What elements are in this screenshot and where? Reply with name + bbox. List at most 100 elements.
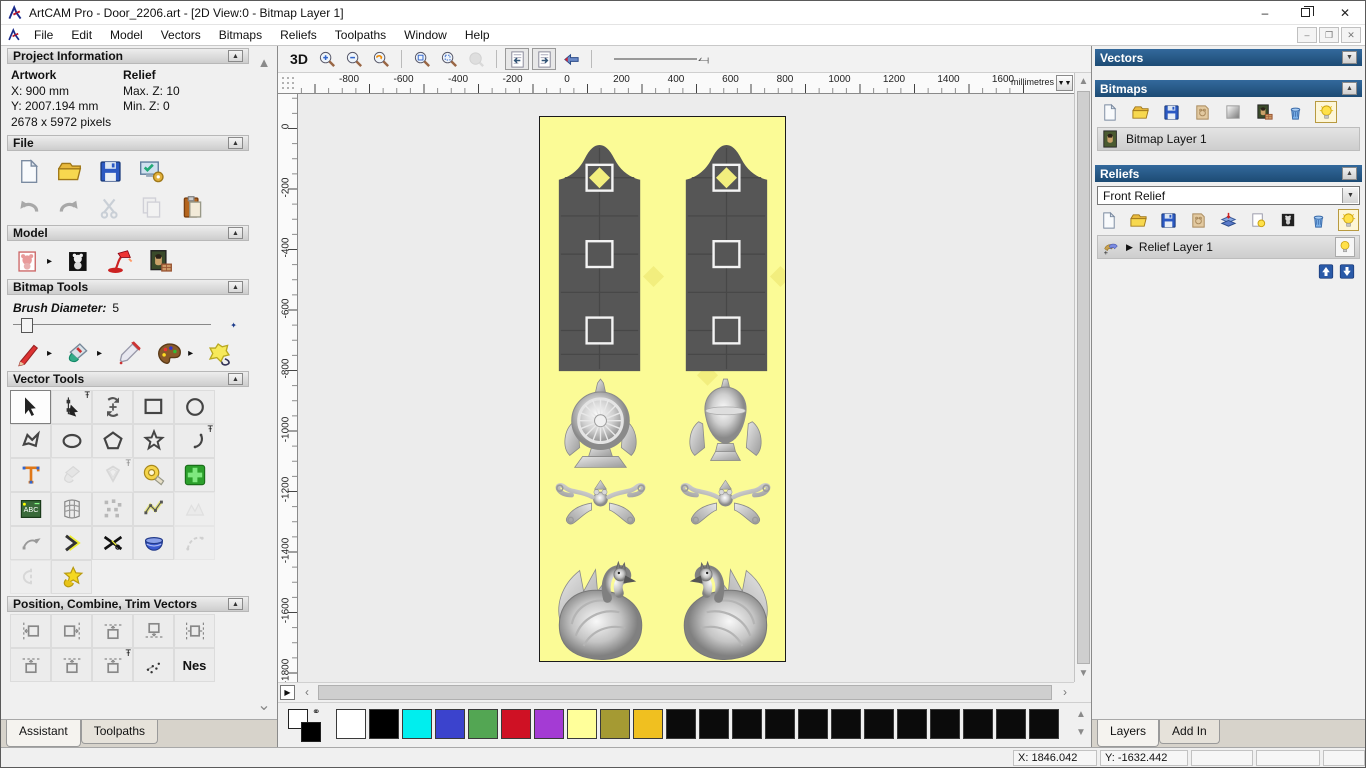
- combine-relief-button[interactable]: [1218, 209, 1239, 231]
- vector-doctor-tool[interactable]: [51, 560, 92, 595]
- create-polygon-tool[interactable]: [92, 424, 133, 459]
- center-in-page-button[interactable]: [174, 614, 215, 649]
- create-circle-tool[interactable]: [174, 390, 215, 425]
- palette-swatch-8[interactable]: [600, 709, 630, 739]
- palette-swatch-6[interactable]: [534, 709, 564, 739]
- move-layer-down-button[interactable]: [1339, 264, 1355, 279]
- close-button[interactable]: ✕: [1325, 1, 1365, 24]
- palette-swatch-18[interactable]: [930, 709, 960, 739]
- palette-swatch-7[interactable]: [567, 709, 597, 739]
- previous-bitmap-toggle[interactable]: [505, 48, 529, 70]
- extrude-vector-tool[interactable]: [133, 526, 174, 561]
- nesting-button[interactable]: Nes: [174, 648, 215, 683]
- new-relief-button[interactable]: [1098, 209, 1119, 231]
- scroll-down-icon[interactable]: ▼: [1073, 724, 1089, 742]
- toggle-bitmap-visibility-button[interactable]: [1315, 101, 1337, 123]
- scatter-copies-button[interactable]: [133, 648, 174, 683]
- select-vectors-tool[interactable]: [10, 390, 51, 425]
- relief-preview-button[interactable]: [1248, 209, 1269, 231]
- paste-button[interactable]: [177, 192, 207, 222]
- expand-arrow-icon[interactable]: ▶: [1126, 242, 1133, 253]
- scroll-up-icon[interactable]: ▲: [1076, 74, 1091, 89]
- zoom-in-button[interactable]: [315, 48, 339, 70]
- palette-swatch-0[interactable]: [336, 709, 366, 739]
- zoom-fit-button[interactable]: [410, 48, 434, 70]
- align-left-button[interactable]: [10, 614, 51, 649]
- palette-swatch-1[interactable]: [369, 709, 399, 739]
- align-centre-horizontal-button[interactable]: [51, 648, 92, 683]
- assistant-scrollbar[interactable]: ▲ ⌄: [253, 48, 275, 717]
- stretch-curve-tool[interactable]: [10, 526, 51, 561]
- pick-colour-tool[interactable]: [113, 338, 143, 368]
- block-paste-tool[interactable]: [92, 492, 133, 527]
- collapse-section-button[interactable]: ▲: [228, 137, 243, 150]
- 3d-view-button[interactable]: 3D: [286, 51, 312, 67]
- collapse-section-button[interactable]: ▲: [228, 50, 243, 62]
- relief-select[interactable]: Front Relief ▼: [1097, 186, 1360, 205]
- next-bitmap-toggle[interactable]: [532, 48, 556, 70]
- scroll-left-icon[interactable]: ‹: [300, 685, 314, 700]
- palette-swatch-13[interactable]: [765, 709, 795, 739]
- palette-swatch-2[interactable]: [402, 709, 432, 739]
- palette-swatch-12[interactable]: [732, 709, 762, 739]
- menu-window[interactable]: Window: [395, 26, 456, 44]
- envelope-distort-tool[interactable]: [51, 492, 92, 527]
- invert-model-button[interactable]: [63, 246, 93, 276]
- create-arc-tool[interactable]: Ŧ: [174, 424, 215, 459]
- slider-handle[interactable]: [21, 318, 33, 334]
- lighting-button[interactable]: [104, 246, 134, 276]
- palette-swatch-4[interactable]: [468, 709, 498, 739]
- palette-swatch-5[interactable]: [501, 709, 531, 739]
- model-wizard-button[interactable]: [136, 156, 166, 186]
- ruler-origin-button[interactable]: [280, 75, 296, 91]
- measure-tool[interactable]: [133, 458, 174, 493]
- new-model-button[interactable]: [13, 156, 43, 186]
- new-bitmap-button[interactable]: [1098, 101, 1120, 123]
- align-bottom-button[interactable]: [133, 614, 174, 649]
- scroll-right-icon[interactable]: ›: [1058, 685, 1072, 700]
- palette-swatch-20[interactable]: [996, 709, 1026, 739]
- bitmap-to-vector-tool[interactable]: [204, 338, 234, 368]
- scrollbar-thumb[interactable]: [1077, 91, 1090, 664]
- save-relief-button[interactable]: [1158, 209, 1179, 231]
- flood-fill-tool[interactable]: [63, 338, 93, 368]
- create-rectangle-tool[interactable]: [133, 390, 174, 425]
- merge-relief-button[interactable]: [1188, 209, 1209, 231]
- palette-swatch-9[interactable]: [633, 709, 663, 739]
- align-right-button[interactable]: [51, 614, 92, 649]
- flyout-arrow-icon[interactable]: ▸: [47, 256, 52, 267]
- texture-relief-button[interactable]: [145, 246, 175, 276]
- toggle-relief-visibility-button[interactable]: [1337, 209, 1359, 231]
- text-block-tool[interactable]: ABC: [10, 492, 51, 527]
- palette-swatch-3[interactable]: [435, 709, 465, 739]
- collapse-section-button[interactable]: ▲: [1342, 82, 1357, 95]
- palette-swatch-16[interactable]: [864, 709, 894, 739]
- collapse-section-button[interactable]: ▲: [228, 281, 243, 294]
- expand-section-button[interactable]: ▼: [1342, 51, 1357, 64]
- paint-tool[interactable]: [13, 338, 43, 368]
- tab-assistant-toolpaths[interactable]: Toolpaths: [80, 720, 159, 744]
- menu-vectors[interactable]: Vectors: [152, 26, 210, 44]
- palette-swatch-15[interactable]: [831, 709, 861, 739]
- align-top-button[interactable]: [92, 614, 133, 649]
- slider-handle[interactable]: ⥚: [698, 51, 709, 68]
- minimize-button[interactable]: –: [1245, 1, 1285, 24]
- undo-button[interactable]: [13, 192, 43, 222]
- collapse-section-button[interactable]: ▲: [228, 227, 243, 240]
- scroll-down-icon[interactable]: ⌄: [255, 698, 273, 715]
- collapse-section-button[interactable]: ▲: [228, 598, 243, 611]
- menu-file[interactable]: File: [25, 26, 62, 44]
- sharpen-corner-tool[interactable]: [51, 526, 92, 561]
- palette-swatch-21[interactable]: [1029, 709, 1059, 739]
- units-dropdown-button[interactable]: ▼▼: [1056, 75, 1073, 91]
- save-bitmap-button[interactable]: [1160, 101, 1182, 123]
- redo-button[interactable]: [54, 192, 84, 222]
- zoom-objects-button[interactable]: [437, 48, 461, 70]
- scrollbar-thumb[interactable]: [318, 685, 1052, 700]
- greyscale-relief-button[interactable]: [1278, 209, 1299, 231]
- artwork-canvas[interactable]: [539, 116, 786, 662]
- open-relief-button[interactable]: [1128, 209, 1149, 231]
- tab-panel-layers[interactable]: Layers: [1097, 720, 1160, 747]
- create-polyline-tool[interactable]: [10, 424, 51, 459]
- canvas-horizontal-scrollbar[interactable]: ▶ ‹ ›: [278, 682, 1074, 702]
